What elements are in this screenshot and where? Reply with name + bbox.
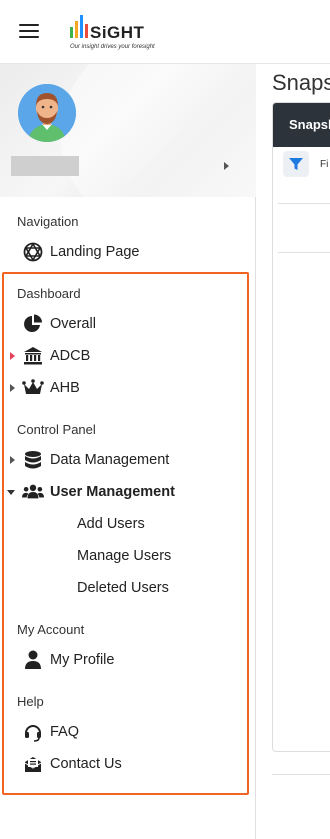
database-icon [22,451,44,469]
caret-right-icon [10,352,15,360]
app-logo[interactable]: SiGHT Our insight drives your foresight [68,12,158,54]
sidebar-item-label: Data Management [50,452,170,468]
sidebar-subitem-label: Add Users [77,516,145,532]
profile-area [0,64,256,197]
logo-tagline: Our insight drives your foresight [70,44,155,50]
sidebar-item-user-management[interactable]: User Management [0,476,250,508]
sidebar-subitem-label: Deleted Users [77,580,169,596]
content-card: Snapsh Fi [272,102,330,752]
caret-right-icon [10,456,15,464]
sidebar-subitem-label: Manage Users [77,548,172,564]
envelope-icon [22,755,44,773]
caret-right-icon [10,384,15,392]
avatar-icon [18,84,76,142]
logo-bars-icon [70,15,88,38]
divider [278,252,330,253]
sidebar-item-landing-page[interactable]: Landing Page [0,236,250,268]
sidebar-subitem-add-users[interactable]: Add Users [0,508,250,540]
users-icon [22,483,44,501]
sidebar-item-adcb[interactable]: ADCB [0,340,250,372]
sidebar-subitem-deleted-users[interactable]: Deleted Users [0,572,250,604]
profile-expand-caret-icon[interactable] [224,162,229,170]
avatar[interactable] [18,84,76,142]
filter-label: Fi [320,159,329,170]
sidebar-item-label: ADCB [50,348,91,364]
sidebar-item-label: Landing Page [50,244,140,260]
sidebar-item-overall[interactable]: Overall [0,308,250,340]
sidebar: Navigation Landing Page Dashboard Overal… [0,64,256,839]
sidebar-item-label: Contact Us [50,756,122,772]
crown-icon [22,379,44,397]
sidebar-item-label: My Profile [50,652,115,668]
caret-down-icon [7,490,15,495]
section-header-help: Help [17,694,44,709]
sidebar-item-label: FAQ [50,724,80,740]
atom-icon [22,242,44,262]
logo-text: SiGHT [90,23,145,42]
sidebar-item-contact-us[interactable]: Contact Us [0,748,250,780]
card-header: Snapsh [273,103,330,147]
page-title: Snaps [272,70,330,95]
divider [278,203,330,204]
pie-chart-icon [22,314,44,333]
sidebar-item-label: User Management [50,484,175,500]
bank-icon [22,347,44,365]
divider [272,774,330,775]
sidebar-item-my-profile[interactable]: My Profile [0,644,250,676]
section-header-dashboard: Dashboard [17,286,81,301]
sidebar-item-label: Overall [50,316,96,332]
user-icon [22,650,44,669]
section-header-navigation: Navigation [17,214,79,229]
filter-icon [289,158,303,170]
filter-button[interactable] [283,151,309,177]
sidebar-item-data-management[interactable]: Data Management [0,444,250,476]
section-header-my-account: My Account [17,622,85,637]
username-placeholder [11,156,79,176]
card-header-title: Snapsh [289,117,330,132]
top-bar: SiGHT Our insight drives your foresight [0,0,330,64]
hamburger-menu-icon[interactable] [19,24,39,40]
sidebar-item-label: AHB [50,380,80,396]
section-header-control-panel: Control Panel [17,422,96,437]
sidebar-item-ahb[interactable]: AHB [0,372,250,404]
headset-icon [22,723,44,742]
sidebar-subitem-manage-users[interactable]: Manage Users [0,540,250,572]
sidebar-item-faq[interactable]: FAQ [0,716,250,748]
